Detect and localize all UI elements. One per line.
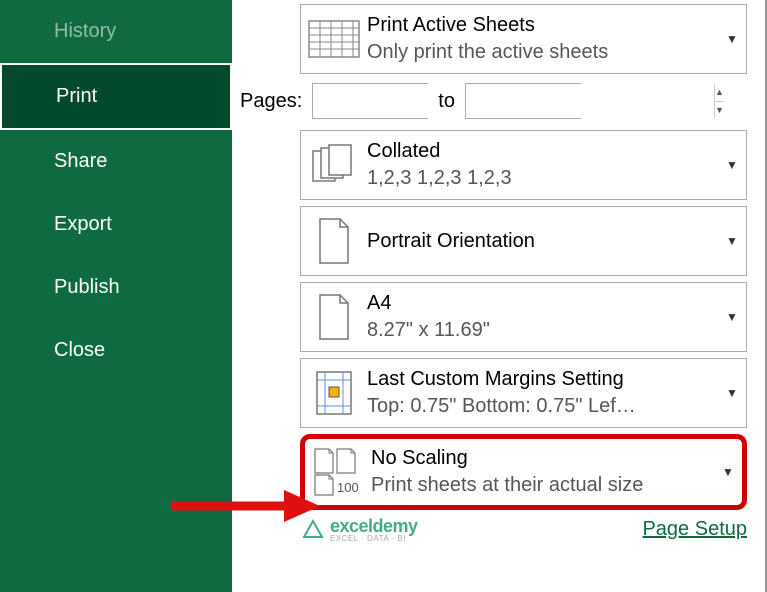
paper-title: A4 — [367, 292, 716, 315]
scaling-icon: 100 — [305, 439, 371, 505]
sidebar-item-export[interactable]: Export — [0, 193, 232, 256]
orientation-title: Portrait Orientation — [367, 230, 716, 253]
print-what-title: Print Active Sheets — [367, 14, 716, 37]
sidebar-item-close[interactable]: Close — [0, 319, 232, 382]
collated-pages-icon — [301, 131, 367, 199]
pages-to-input[interactable] — [466, 84, 714, 118]
chevron-down-icon: ▼ — [722, 465, 742, 479]
chevron-down-icon: ▼ — [726, 234, 746, 248]
paper-sub: 8.27" x 11.69" — [367, 319, 716, 342]
sheets-grid-icon — [301, 5, 367, 73]
spinner-down-icon[interactable]: ▼ — [715, 102, 724, 119]
pages-from-spinner[interactable]: ▲ ▼ — [312, 83, 428, 119]
paper-size-dropdown[interactable]: A4 8.27" x 11.69" ▼ — [300, 282, 747, 352]
scaling-title: No Scaling — [371, 447, 712, 470]
page-setup-link[interactable]: Page Setup — [642, 518, 747, 541]
collation-sub: 1,2,3 1,2,3 1,2,3 — [367, 167, 716, 190]
print-what-sub: Only print the active sheets — [367, 41, 716, 64]
orientation-dropdown[interactable]: Portrait Orientation ▼ — [300, 206, 747, 276]
exceldemy-watermark: exceldemy EXCEL · DATA · BI — [302, 516, 418, 543]
backstage-sidebar: History Print Share Export Publish Close — [0, 0, 232, 592]
margins-title: Last Custom Margins Setting — [367, 368, 716, 391]
chevron-down-icon: ▼ — [726, 386, 746, 400]
pages-to-label: to — [438, 90, 455, 113]
margins-sub: Top: 0.75" Bottom: 0.75" Lef… — [367, 395, 716, 418]
collation-dropdown[interactable]: Collated 1,2,3 1,2,3 1,2,3 ▼ — [300, 130, 747, 200]
svg-text:100: 100 — [337, 480, 359, 495]
chevron-down-icon: ▼ — [726, 158, 746, 172]
pages-range-row: Pages: ▲ ▼ to ▲ ▼ — [240, 80, 747, 122]
margins-dropdown[interactable]: Last Custom Margins Setting Top: 0.75" B… — [300, 358, 747, 428]
print-what-dropdown[interactable]: Print Active Sheets Only print the activ… — [300, 4, 747, 74]
portrait-page-icon — [301, 207, 367, 275]
spinner-up-icon[interactable]: ▲ — [715, 84, 724, 102]
chevron-down-icon: ▼ — [726, 310, 746, 324]
scaling-sub: Print sheets at their actual size — [371, 474, 712, 497]
pages-to-spinner[interactable]: ▲ ▼ — [465, 83, 581, 119]
sidebar-item-share[interactable]: Share — [0, 130, 232, 193]
sidebar-item-history[interactable]: History — [0, 0, 232, 63]
scaling-dropdown[interactable]: 100 No Scaling Print sheets at their act… — [300, 434, 747, 510]
chevron-down-icon: ▼ — [726, 32, 746, 46]
collation-title: Collated — [367, 140, 716, 163]
sidebar-item-publish[interactable]: Publish — [0, 256, 232, 319]
print-settings-panel: Print Active Sheets Only print the activ… — [232, 0, 767, 592]
page-icon — [301, 283, 367, 351]
sidebar-item-print[interactable]: Print — [0, 63, 232, 130]
margins-icon — [301, 359, 367, 427]
pages-label: Pages: — [240, 90, 302, 113]
